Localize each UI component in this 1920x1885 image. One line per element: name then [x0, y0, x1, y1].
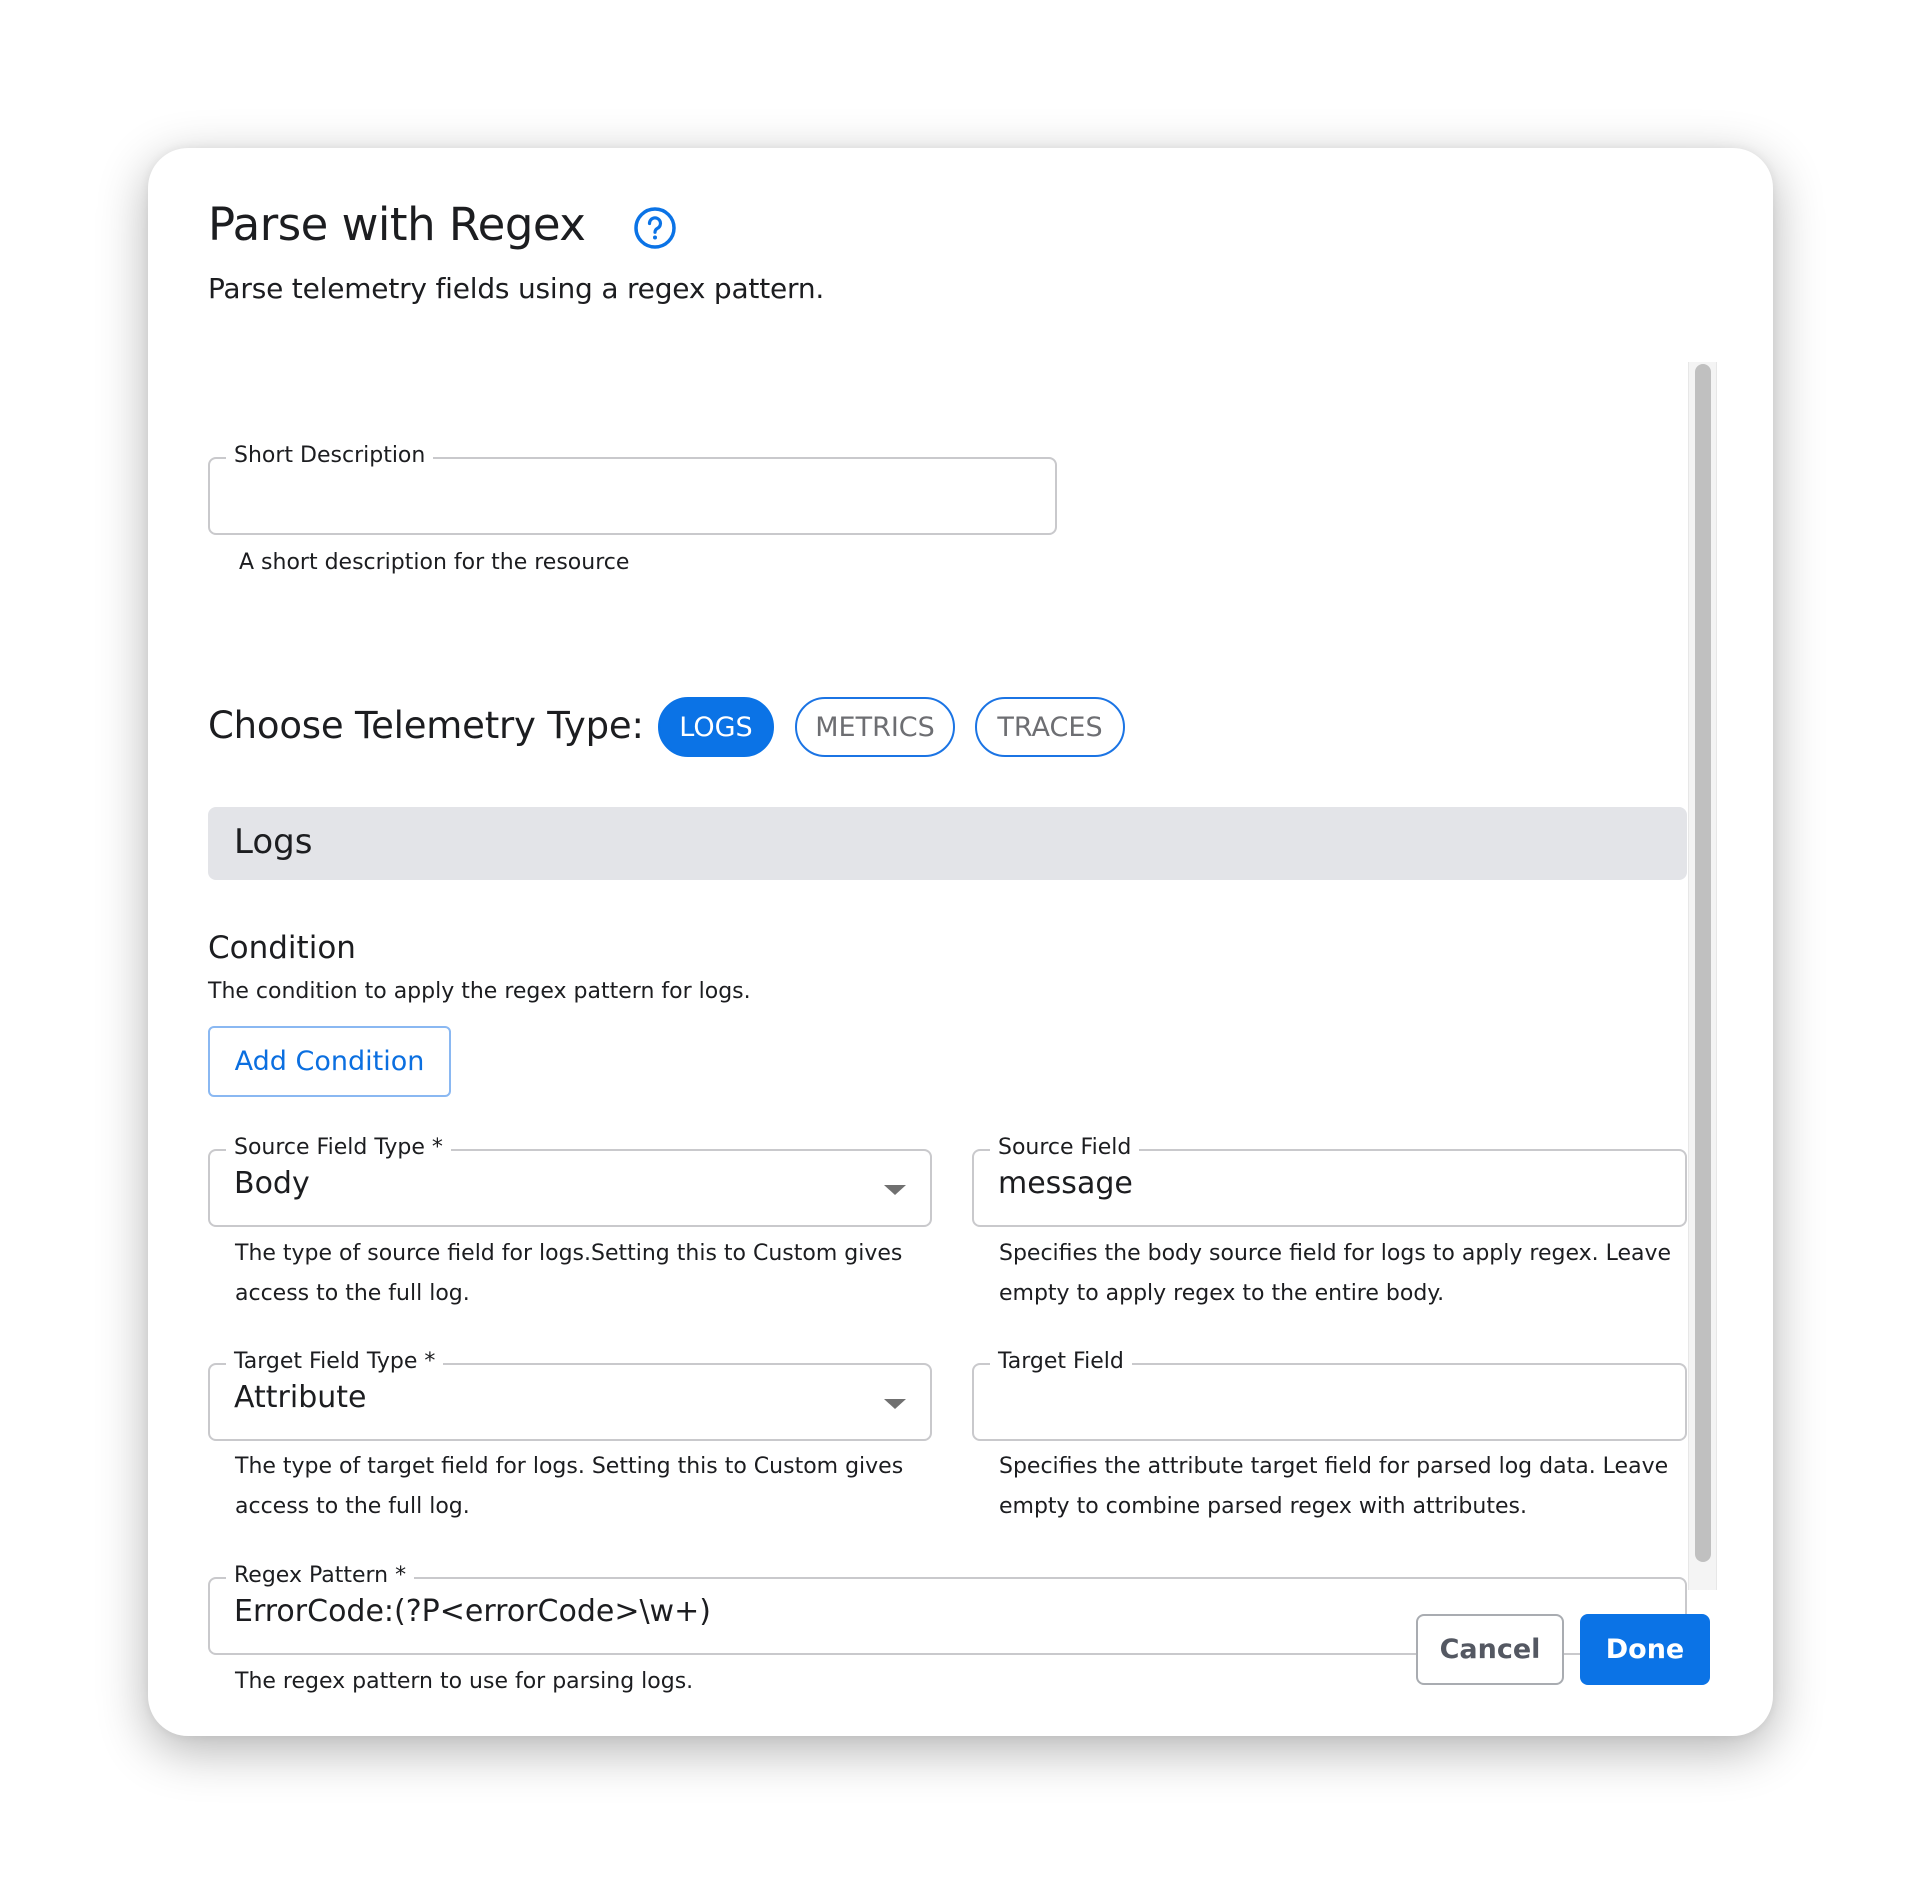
source-field-type-label: Source Field Type *	[226, 1134, 451, 1162]
source-field-input[interactable]: Source Field message	[972, 1134, 1687, 1227]
chip-traces[interactable]: TRACES	[975, 697, 1125, 757]
chevron-down-icon[interactable]	[884, 1399, 906, 1409]
regex-pattern-helper: The regex pattern to use for parsing log…	[235, 1669, 694, 1694]
logs-section-header: Logs	[208, 807, 1687, 880]
regex-pattern-value: ErrorCode:(?P<errorCode>\w+)	[234, 1594, 711, 1629]
help-circle-icon[interactable]	[633, 206, 677, 250]
condition-description: The condition to apply the regex pattern…	[208, 979, 751, 1004]
chevron-down-icon[interactable]	[884, 1185, 906, 1195]
dialog-scroll-area: Short Description A short description fo…	[208, 362, 1688, 1740]
done-button[interactable]: Done	[1580, 1614, 1710, 1685]
source-field-type-helper: The type of source field for logs.Settin…	[235, 1241, 903, 1306]
short-description-label: Short Description	[226, 442, 434, 470]
telemetry-type-label: Choose Telemetry Type:	[208, 704, 644, 747]
dialog-subtitle: Parse telemetry fields using a regex pat…	[208, 272, 825, 305]
dialog-title: Parse with Regex	[208, 198, 586, 251]
source-field-helper: Specifies the body source field for logs…	[999, 1241, 1672, 1306]
cancel-button[interactable]: Cancel	[1416, 1614, 1564, 1685]
target-field-helper: Specifies the attribute target field for…	[999, 1454, 1669, 1519]
short-description-field[interactable]: Short Description	[208, 442, 1057, 535]
add-condition-button[interactable]: Add Condition	[208, 1026, 451, 1097]
regex-pattern-label: Regex Pattern *	[226, 1562, 415, 1590]
target-field-label: Target Field	[990, 1348, 1132, 1376]
scrollbar-thumb[interactable]	[1695, 364, 1711, 1562]
target-field-type-select[interactable]: Target Field Type * Attribute	[208, 1348, 932, 1441]
condition-title: Condition	[208, 930, 356, 966]
chip-logs[interactable]: LOGS	[658, 697, 774, 757]
target-field-input[interactable]: Target Field	[972, 1348, 1687, 1441]
source-field-type-value: Body	[234, 1166, 310, 1201]
target-field-type-value: Attribute	[234, 1380, 367, 1415]
short-description-helper: A short description for the resource	[239, 550, 630, 575]
source-field-type-select[interactable]: Source Field Type * Body	[208, 1134, 932, 1227]
source-field-value: message	[998, 1166, 1133, 1201]
chip-metrics[interactable]: METRICS	[795, 697, 955, 757]
target-field-type-label: Target Field Type *	[226, 1348, 444, 1376]
scrollbar[interactable]	[1688, 362, 1717, 1590]
parse-regex-dialog: Parse with Regex Parse telemetry fields …	[148, 148, 1773, 1736]
logs-section-title: Logs	[234, 822, 313, 862]
target-field-type-helper: The type of target field for logs. Setti…	[235, 1454, 904, 1519]
source-field-label: Source Field	[990, 1134, 1140, 1162]
